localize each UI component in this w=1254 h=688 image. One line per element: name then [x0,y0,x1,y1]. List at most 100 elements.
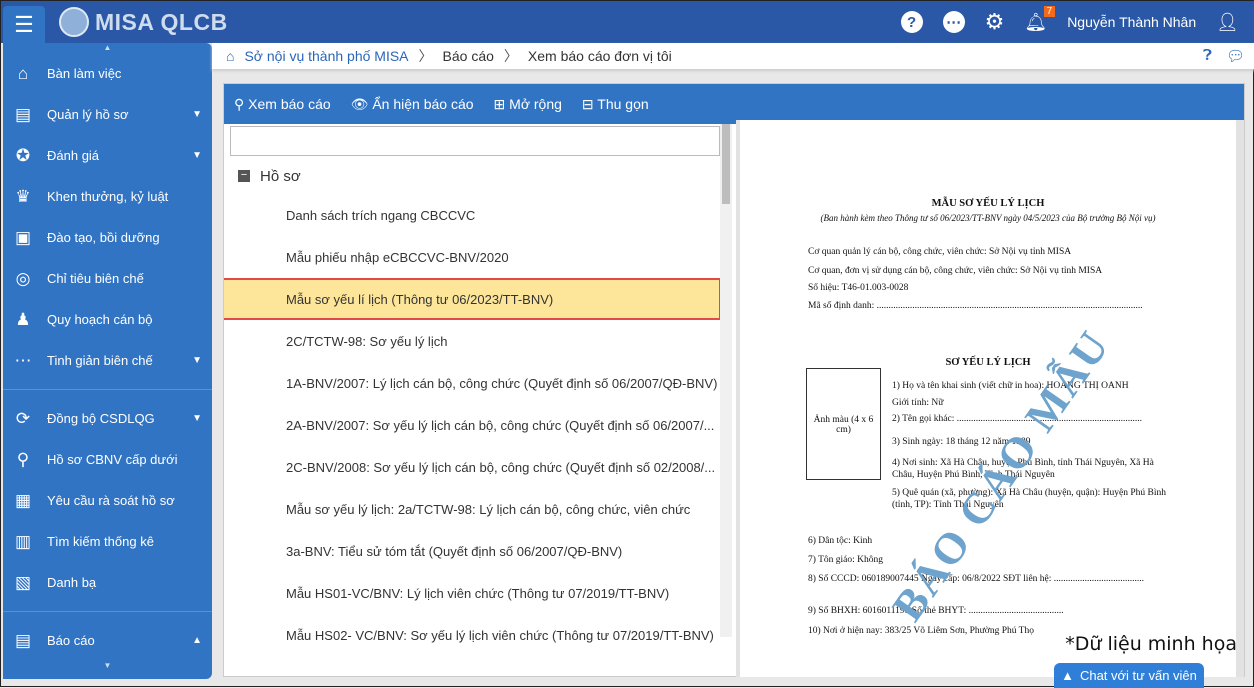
sidebar-item[interactable]: ▤ Quản lý hồ sơ ▼ [3,94,212,135]
settings-gear-icon[interactable]: ⚙ [985,9,1005,35]
app-logo[interactable]: MISA QLCB [59,7,228,37]
sidebar-item[interactable]: ⌂ Bàn làm việc [3,53,212,94]
doc-field: 6) Dân tộc: Kinh [808,536,873,546]
doc-line: Số hiệu: T46-01.003-0028 [808,283,909,293]
sidebar-item-label: Tinh giản biên chế [47,353,153,368]
home-icon[interactable]: ⌂ [226,48,234,64]
sidebar: ▲ ⌂ Bàn làm việc ▤ Quản lý hồ sơ ▼ ✪ Đánh giá ▼… [3,43,212,679]
label: Xem báo cáo [248,95,331,112]
caret-icon[interactable]: ▲ [192,635,202,646]
sidebar-item[interactable]: ⋯ Tinh giản biên chế ▼ [3,340,212,381]
sidebar-item-label: Quy hoạch cán bộ [47,312,153,327]
people-icon: ♟ [15,309,31,329]
doc-subtitle: (Ban hành kèm theo Thông tư số 06/2023/T… [820,213,1156,223]
plus-box-icon: ⊞ [493,95,510,112]
breadcrumb: ⌂ Sở nội vụ thành phố MISA 〉 Báo cáo 〉 X… [212,43,1254,69]
sidebar-item[interactable]: ⚲ Hồ sơ CBNV cấp dưới [3,439,212,480]
tree-item[interactable]: Mẫu sơ yếu lý lịch: 2a/TCTW-98: Lý lịch … [224,488,719,530]
chevron-right-icon: 〉 [503,48,518,64]
caret-icon[interactable]: ▼ [192,150,202,161]
sidebar-item[interactable]: ✪ Đánh giá ▼ [3,135,212,176]
doc-field: Giới tính: Nữ [892,398,944,408]
doc-field: 7) Tôn giáo: Không [808,555,884,565]
app-name: MISA QLCB [95,8,228,35]
illustration-note: *Dữ liệu minh họa [1065,633,1237,655]
sidebar-item-label: Khen thưởng, kỷ luật [47,189,169,204]
tree-item[interactable]: Mẫu HS01-VC/BNV: Lý lịch viên chức (Thôn… [224,572,719,614]
scroll-up-icon[interactable]: ▲ [3,43,212,53]
scrollbar-thumb[interactable] [722,124,730,204]
divider [3,389,212,390]
home-icon: ⌂ [17,63,29,83]
report-panel: ⚲ Xem báo cáo 👁︎ Ẩn hiện báo cáo ⊞ Mở rộ… [223,83,1245,677]
user-avatar-icon[interactable]: 👤︎ [1216,12,1239,33]
chat-label: Chat với tư vấn viên [1079,668,1197,683]
doc-line: Cơ quan, đơn vị sử dụng cán bộ, công chứ… [808,266,1103,276]
search-icon: ⚲ [16,449,30,469]
sidebar-item[interactable]: ♟ Quy hoạch cán bộ [3,299,212,340]
sidebar-item[interactable]: ⟳ Đồng bộ CSDLQG ▼ [3,398,212,439]
tree-item[interactable]: 2C-BNV/2008: Sơ yếu lý lịch cán bộ, công… [224,446,719,488]
user-name[interactable]: Nguyễn Thành Nhân [1067,14,1196,30]
breadcrumb-item[interactable]: Báo cáo [443,48,494,64]
tree-scrollbar[interactable] [720,124,732,637]
sidebar-item-label: Đào tạo, bồi dưỡng [47,230,160,245]
tree-item[interactable]: Danh sách trích ngang CBCCVC [224,194,719,236]
tree-root[interactable]: − Hồ sơ [224,158,732,194]
photo-placeholder: Ảnh màu (4 x 6 cm) [806,368,881,480]
label: Ẩn hiện báo cáo [372,95,474,112]
collapse-button[interactable]: ⊟ Thu gọn [582,96,649,113]
label: Mở rộng [509,95,562,112]
tree-item-selected[interactable]: Mẫu sơ yếu lí lịch (Thông tư 06/2023/TT-… [224,278,721,320]
more-icon[interactable]: ⋯ [942,11,965,33]
report-search-input[interactable] [230,126,720,156]
breadcrumb-item[interactable]: Sở nội vụ thành phố MISA [244,48,408,64]
help-icon[interactable]: ? [900,11,923,33]
doc-line: Cơ quan quản lý cán bộ, công chức, viên … [808,247,1072,257]
divider [3,611,212,612]
tree-item[interactable]: Mẫu phiếu nhập eCBCCVC-BNV/2020 [224,236,719,278]
sidebar-item[interactable]: ♛ Khen thưởng, kỷ luật [3,176,212,217]
tree-item[interactable]: 1A-BNV/2007: Lý lịch cán bộ, công chức (… [224,362,719,404]
caret-icon[interactable]: ▼ [192,109,202,120]
tree-item[interactable]: 2A-BNV/2007: Sơ yếu lý lịch cán bộ, công… [224,404,719,446]
sidebar-item-label: Bàn làm việc [47,66,122,81]
expand-button[interactable]: ⊞ Mở rộng [494,96,562,113]
sync-icon: ⟳ [15,408,31,428]
feedback-chat-icon[interactable]: 💬︎ [1226,47,1245,65]
view-report-button[interactable]: ⚲ Xem báo cáo [234,96,331,113]
doc-title: MẪU SƠ YẾU LÝ LỊCH [931,198,1045,209]
sidebar-item-label: Danh bạ [47,575,97,590]
training-icon: ▣ [14,227,32,247]
target-icon: ◎ [15,268,31,288]
help-icon[interactable]: ❓︎ [1203,47,1212,65]
caret-icon[interactable]: ▼ [192,413,202,424]
sidebar-item[interactable]: ▣ Đào tạo, bồi dưỡng [3,217,212,258]
sidebar-item[interactable]: ▧ Danh bạ [3,562,212,603]
label: Thu gọn [597,95,649,112]
sidebar-item[interactable]: ▤ Báo cáo ▲ [3,620,212,661]
report-preview: MẪU SƠ YẾU LÝ LỊCH (Ban hành kèm theo Th… [736,120,1244,677]
tree-item[interactable]: 3a-BNV: Tiểu sử tóm tắt (Quyết định số 0… [224,530,719,572]
sidebar-item-label: Hồ sơ CBNV cấp dưới [47,452,178,467]
doc-line: Mã số định danh: .......................… [808,301,1143,311]
sidebar-item[interactable]: ▥ Tìm kiếm thống kê [3,521,212,562]
toolbar: ⚲ Xem báo cáo 👁︎ Ẩn hiện báo cáo ⊞ Mở rộ… [224,84,1244,124]
sidebar-item-label: Tìm kiếm thống kê [47,534,154,549]
chat-button[interactable]: ▲ Chat với tư vấn viên [1054,663,1204,688]
notification-bell-icon[interactable]: 🔔︎ 7 [1024,5,1056,33]
report-page: MẪU SƠ YẾU LÝ LỊCH (Ban hành kèm theo Th… [740,120,1236,677]
tree-item[interactable]: 2C/TCTW-98: Sơ yếu lý lịch [224,320,719,362]
medal-icon: ✪ [15,145,31,165]
caret-icon[interactable]: ▼ [192,355,202,366]
logo-people-icon [59,7,89,37]
collapse-icon[interactable]: − [238,170,250,182]
sidebar-item[interactable]: ▦ Yêu cầu rà soát hồ sơ [3,480,212,521]
sidebar-item[interactable]: ◎ Chỉ tiêu biên chế [3,258,212,299]
tree-item[interactable]: Mẫu HS02- VC/BNV: Sơ yếu lý lịch viên ch… [224,614,719,656]
toggle-report-button[interactable]: 👁︎ Ẩn hiện báo cáo [351,96,474,113]
doc-field: 8) Số CCCD: 060189007445 Ngày cấp: 06/8/… [808,574,1145,584]
scroll-down-icon[interactable]: ▼ [3,661,212,670]
hamburger-menu-icon[interactable]: ☰ [3,6,45,43]
more-icon: ⋯ [14,350,32,370]
